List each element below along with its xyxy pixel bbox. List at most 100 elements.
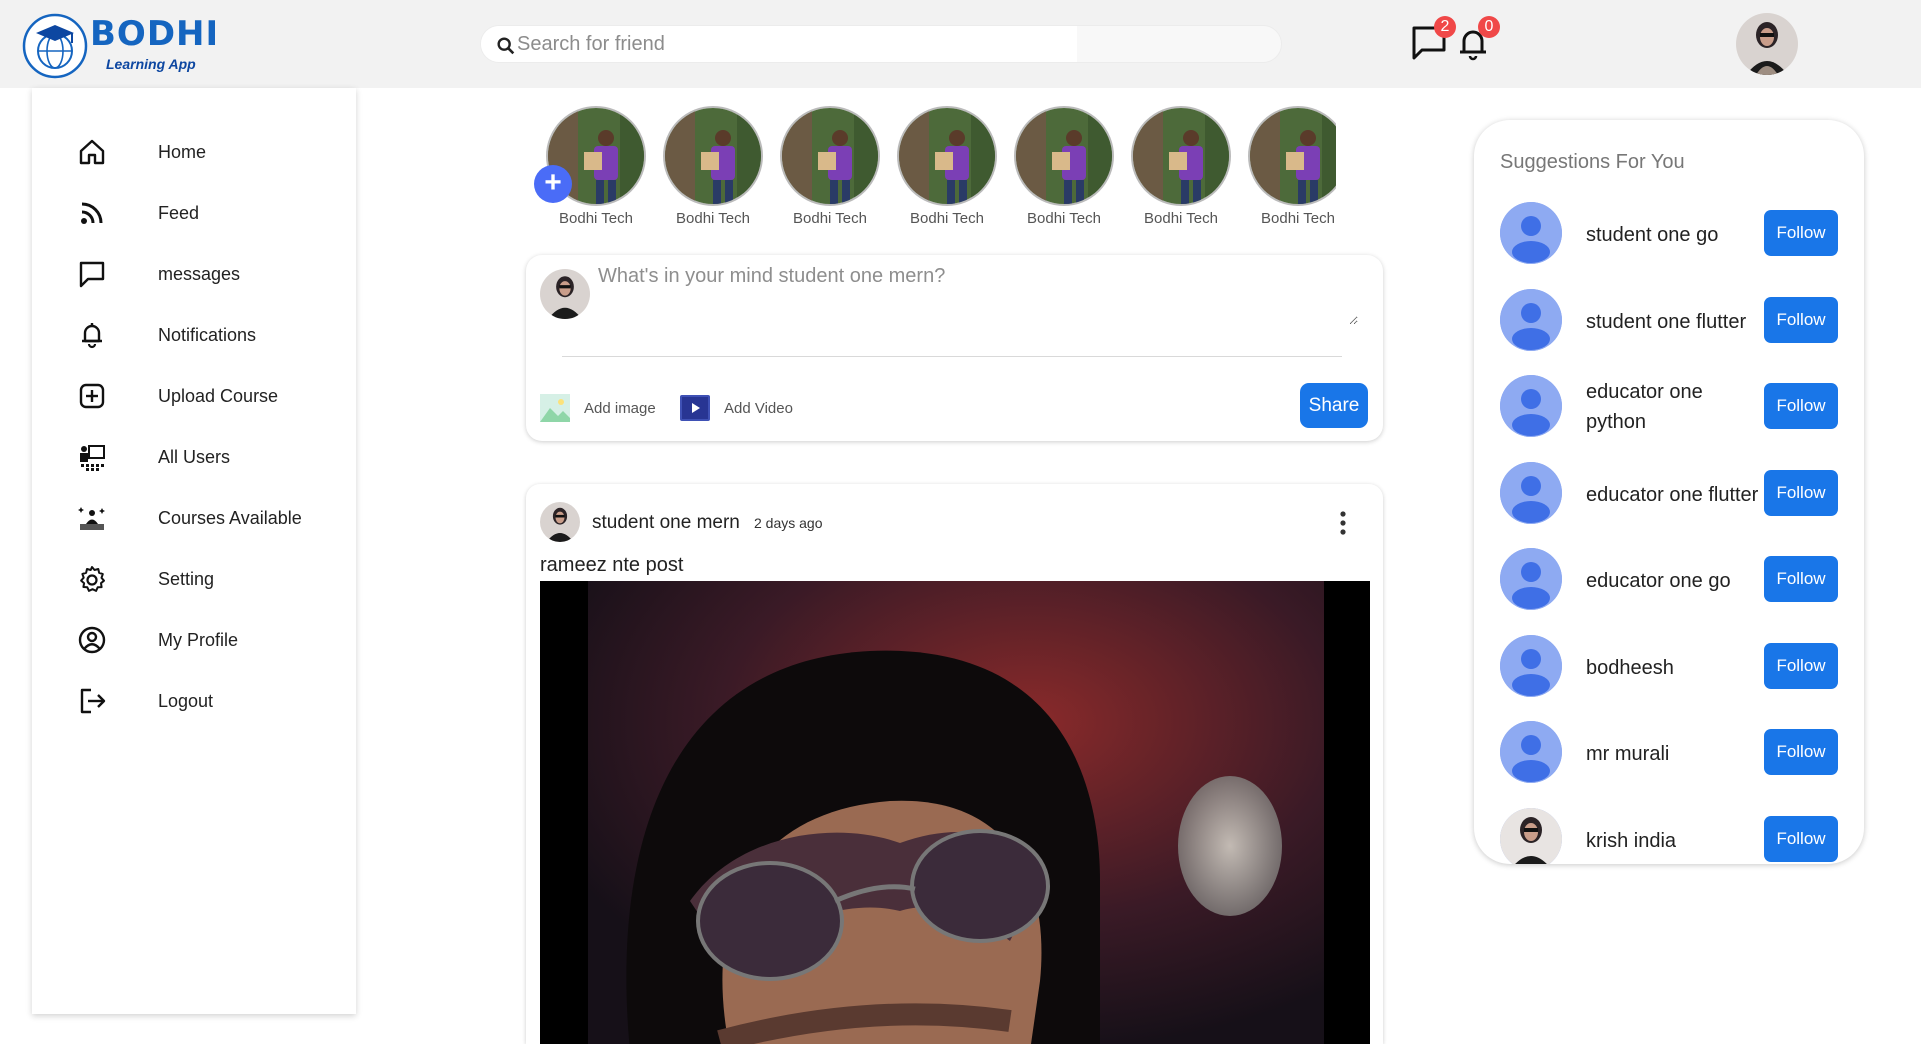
sidebar-item-label: My Profile (158, 630, 239, 650)
logo-word: BODHI (90, 14, 220, 54)
default-avatar-icon (1500, 375, 1562, 437)
sidebar-item-messages[interactable]: messages (78, 254, 338, 294)
follow-button[interactable]: Follow (1764, 469, 1838, 516)
sidebar-item-upload-course[interactable]: Upload Course (78, 376, 338, 416)
sidebar-item-label: All Users (158, 447, 231, 467)
avatar[interactable] (1500, 461, 1562, 524)
suggestion-row: student one flutter Follow (1500, 288, 1850, 353)
sidebar-item-feed[interactable]: Feed (78, 193, 338, 233)
profile-avatar[interactable] (1736, 13, 1798, 75)
sidebar-item-all-users[interactable]: All Users (78, 437, 338, 477)
sidebar-item-label: Courses Available (158, 508, 302, 528)
post-image[interactable] (540, 581, 1370, 1044)
story-name: Bodhi Tech (559, 210, 633, 227)
story-photo (782, 108, 878, 204)
story-photo (665, 108, 761, 204)
sidebar-item-label: Logout (158, 691, 214, 711)
follow-button[interactable]: Follow (1764, 556, 1838, 602)
sidebar-item-my-profile[interactable]: My Profile (78, 620, 338, 660)
avatar-image (540, 269, 590, 319)
suggestion-row: educator one python Follow (1500, 375, 1850, 439)
top-bar: BODHI Learning App 2 0 (0, 0, 1921, 88)
follow-button[interactable]: Follow (1764, 210, 1838, 256)
sidebar-item-home[interactable]: Home (78, 132, 338, 172)
post-input[interactable] (598, 265, 1358, 325)
share-button[interactable]: Share (1300, 383, 1368, 428)
follow-button[interactable]: Follow (1764, 296, 1838, 343)
messages-button[interactable]: 2 (1408, 16, 1456, 64)
story-name: Bodhi Tech (1027, 210, 1101, 227)
follow-button[interactable]: Follow (1764, 642, 1838, 689)
stories-row: Bodhi Tech Bodhi Tech Bodhi Tech Bodhi Tech… (546, 106, 1336, 230)
courses-icon (78, 507, 105, 530)
story-item[interactable]: Bodhi Tech (1131, 106, 1231, 230)
avatar (540, 269, 590, 319)
search-icon (497, 37, 515, 55)
default-avatar-icon (1500, 461, 1562, 524)
default-avatar-icon (1500, 548, 1562, 610)
story-name: Bodhi Tech (1261, 210, 1335, 227)
suggestion-row: bodheesh Follow (1500, 634, 1850, 699)
story-photo (899, 108, 995, 204)
default-avatar-icon (1500, 202, 1562, 264)
add-image-button[interactable]: Add image (540, 393, 670, 423)
story-item[interactable]: Bodhi Tech (663, 106, 763, 230)
notifications-badge: 0 (1478, 16, 1500, 38)
suggestion-name[interactable]: krish india (1586, 826, 1766, 856)
avatar[interactable] (1500, 807, 1562, 864)
suggestion-name[interactable]: educator one python (1586, 377, 1766, 437)
sidebar-item-courses-available[interactable]: Courses Available (78, 498, 338, 538)
sidebar-item-logout[interactable]: Logout (78, 681, 338, 721)
suggestion-row: educator one flutter Follow (1500, 461, 1850, 526)
story-item[interactable]: Bodhi Tech (1014, 106, 1114, 230)
post-card: student one mern 2 days ago rameez nte p… (526, 484, 1383, 1044)
image-icon (540, 394, 570, 422)
avatar[interactable] (540, 502, 580, 542)
suggestion-name[interactable]: educator one go (1586, 566, 1766, 596)
suggestions-panel: Suggestions For You student one go Follow… (1474, 120, 1864, 864)
avatar[interactable] (1500, 721, 1562, 783)
logo-icon[interactable] (22, 13, 92, 79)
sidebar: Home Feed messages Notifications Upload … (32, 88, 356, 1014)
follow-button[interactable]: Follow (1764, 815, 1838, 862)
suggestion-name[interactable]: educator one flutter (1586, 480, 1766, 510)
sidebar-item-setting[interactable]: Setting (78, 559, 338, 599)
more-options-icon[interactable] (1336, 508, 1350, 538)
video-icon (680, 395, 710, 421)
bell-icon (82, 323, 102, 349)
avatar[interactable] (1500, 288, 1562, 351)
avatar[interactable] (1500, 202, 1562, 264)
default-avatar-icon (1500, 721, 1562, 783)
story-item[interactable]: Bodhi Tech (780, 106, 880, 230)
rss-icon (81, 202, 103, 224)
sidebar-item-notifications[interactable]: Notifications (78, 315, 338, 355)
post-photo (540, 581, 1370, 1044)
story-name: Bodhi Tech (676, 210, 750, 227)
avatar[interactable] (1500, 548, 1562, 610)
sidebar-item-label: Upload Course (158, 386, 279, 406)
suggestion-name[interactable]: bodheesh (1586, 653, 1766, 683)
suggestion-name[interactable]: student one go (1586, 220, 1766, 250)
suggestion-name[interactable]: mr murali (1586, 739, 1766, 769)
follow-button[interactable]: Follow (1764, 729, 1838, 775)
add-video-button[interactable]: Add Video (680, 393, 810, 423)
search-input[interactable] (517, 28, 1067, 60)
suggestion-row: krish india Follow (1500, 807, 1850, 864)
story-item[interactable]: Bodhi Tech (897, 106, 997, 230)
avatar[interactable] (1500, 375, 1562, 437)
avatar[interactable] (1500, 634, 1562, 697)
avatar-image (540, 502, 580, 542)
suggestion-row: mr murali Follow (1500, 721, 1850, 785)
story-avatar (663, 106, 763, 206)
notifications-button[interactable]: 0 (1452, 16, 1500, 64)
suggestion-row: educator one go Follow (1500, 548, 1850, 612)
post-author[interactable]: student one mern (592, 512, 740, 534)
add-story-button[interactable]: + (534, 165, 572, 203)
logout-icon (80, 688, 106, 714)
story-item[interactable]: Bodhi Tech (1248, 106, 1336, 230)
story-name: Bodhi Tech (1144, 210, 1218, 227)
suggestions-title: Suggestions For You (1500, 151, 1685, 173)
suggestion-name[interactable]: student one flutter (1586, 307, 1766, 337)
story-photo (1250, 108, 1336, 204)
follow-button[interactable]: Follow (1764, 383, 1838, 429)
